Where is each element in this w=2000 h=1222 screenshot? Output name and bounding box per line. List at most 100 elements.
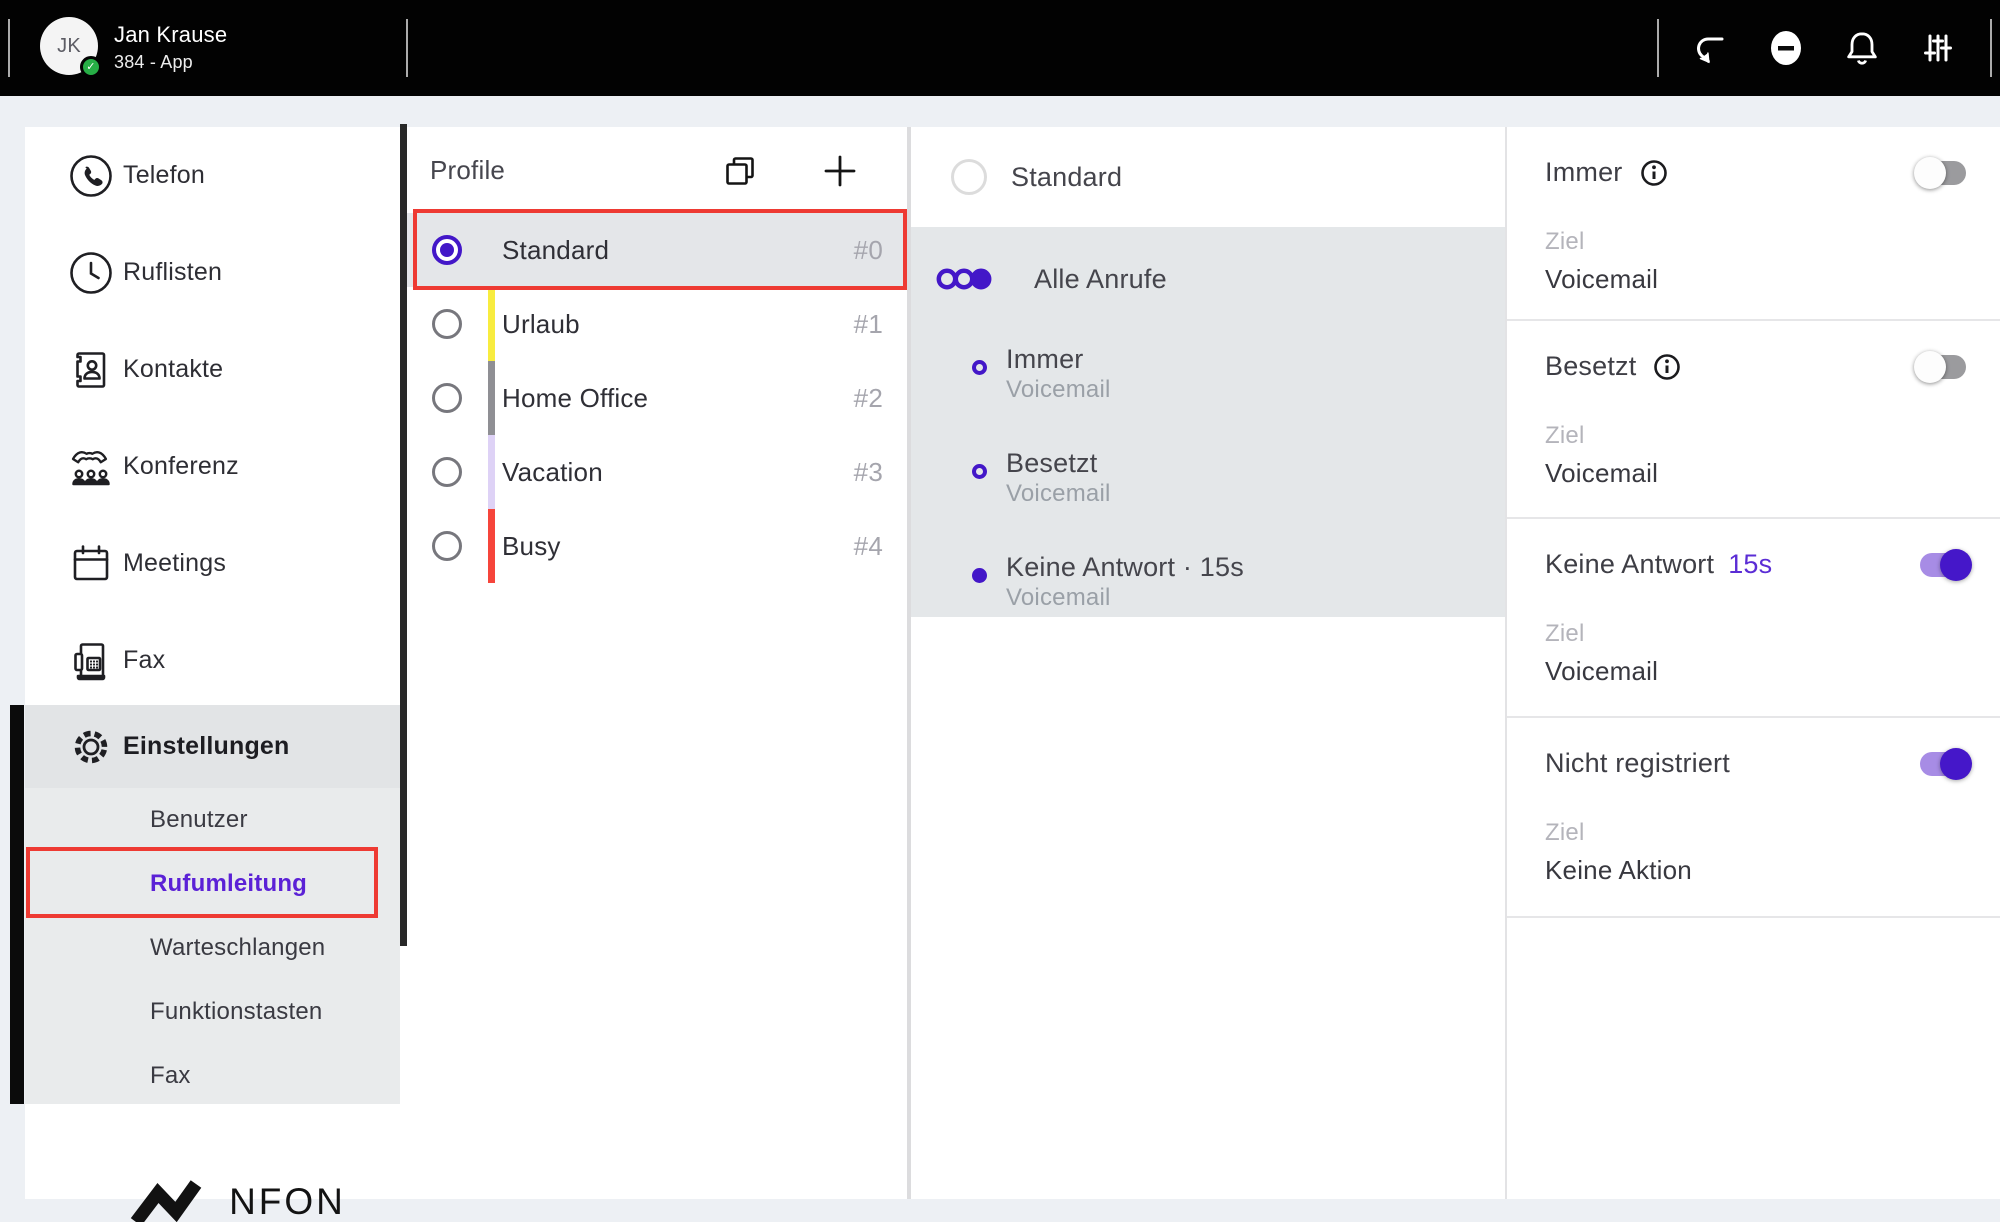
target-value[interactable]: Keine Aktion: [1545, 855, 1974, 886]
topbar-divider: [1990, 19, 1992, 77]
user-extension: 384 - App: [114, 52, 193, 73]
topbar-divider: [406, 19, 408, 77]
sidebar-item-kontakte[interactable]: Kontakte: [25, 321, 400, 418]
profile-number: #0: [854, 235, 883, 266]
sidebar-settings-section: Einstellungen Benutzer Rufumleitung Wart…: [25, 705, 400, 1104]
fax-machine-icon: [67, 637, 115, 685]
profile-radio[interactable]: [432, 457, 462, 487]
profile-row-urlaub[interactable]: Urlaub #1: [400, 287, 907, 361]
detail-header: Standard: [911, 127, 1505, 227]
target-value[interactable]: Voicemail: [1545, 458, 1974, 489]
profile-number: #3: [854, 457, 883, 488]
online-status-badge: ✓: [80, 56, 102, 78]
sidebar-scrollbar[interactable]: [400, 124, 407, 946]
target-label: Ziel: [1545, 819, 1974, 847]
profile-name: Urlaub: [502, 309, 580, 340]
profile-number: #4: [854, 531, 883, 562]
profile-color-bar: [488, 509, 495, 583]
profile-name: Vacation: [502, 457, 603, 488]
all-calls-label: Alle Anrufe: [1034, 264, 1167, 295]
profile-number: #2: [854, 383, 883, 414]
sidebar-item-label: Kontakte: [123, 355, 223, 384]
target-label: Ziel: [1545, 422, 1974, 450]
sidebar-item-ruflisten[interactable]: Ruflisten: [25, 224, 400, 321]
target-value[interactable]: Voicemail: [1545, 656, 1974, 687]
profile-name: Home Office: [502, 383, 648, 414]
sidebar-subitem-funktionstasten[interactable]: Funktionstasten: [25, 980, 400, 1044]
top-bar: JK ✓ Jan Krause 384 - App: [0, 0, 2000, 96]
do-not-disturb-icon[interactable]: [1764, 26, 1808, 70]
toggle-immer[interactable]: [1920, 161, 1966, 185]
clock-icon: [67, 249, 115, 297]
forwarding-section-besetzt: Besetzt Ziel Voicemail: [1507, 321, 2000, 519]
contact-card-icon: [67, 346, 115, 394]
sidebar-item-label: Fax: [123, 646, 165, 675]
forwarding-section-nicht-registriert: Nicht registriert Ziel Keine Aktion: [1507, 718, 2000, 918]
sidebar-subitem-label: Funktionstasten: [150, 998, 322, 1026]
profile-number: #1: [854, 309, 883, 340]
settings-sliders-icon[interactable]: [1916, 26, 1960, 70]
profiles-panel: Profile Standard #0: [400, 127, 909, 1199]
profiles-title: Profile: [430, 155, 505, 186]
user-name: Jan Krause: [114, 22, 227, 48]
topbar-divider: [1657, 19, 1659, 77]
forwarding-section-keine-antwort: Keine Antwort 15s Ziel Voicemail: [1507, 519, 2000, 718]
forwarding-panel: Immer Ziel Voicemail Beset: [1505, 127, 2000, 1199]
sidebar-item-konferenz[interactable]: Konferenz: [25, 418, 400, 515]
user-avatar[interactable]: JK ✓: [40, 17, 98, 75]
profile-color-bar: [488, 287, 495, 361]
info-icon[interactable]: [1639, 158, 1669, 188]
profile-radio[interactable]: [432, 383, 462, 413]
add-profile-icon[interactable]: [818, 149, 862, 193]
detail-radio[interactable]: [951, 159, 987, 195]
forwarding-section-immer: Immer Ziel Voicemail: [1507, 127, 2000, 321]
profile-radio[interactable]: [432, 531, 462, 561]
gear-icon: [67, 723, 115, 771]
sidebar-subitem-benutzer[interactable]: Benutzer: [25, 788, 400, 852]
profile-radio[interactable]: [432, 309, 462, 339]
profile-radio[interactable]: [432, 235, 462, 265]
app-body: Telefon Ruflisten: [0, 96, 2000, 1222]
sidebar-subitem-label: Warteschlangen: [150, 934, 325, 962]
topbar-divider: [8, 19, 10, 77]
sidebar-item-meetings[interactable]: Meetings: [25, 515, 400, 612]
rule-target: Voicemail: [1006, 583, 1505, 613]
profile-row-vacation[interactable]: Vacation #3: [400, 435, 907, 509]
sidebar-item-telefon[interactable]: Telefon: [25, 127, 400, 224]
sidebar-item-label: Konferenz: [123, 452, 239, 481]
profile-row-home-office[interactable]: Home Office #2: [400, 361, 907, 435]
rule-title: Besetzt: [1006, 447, 1505, 479]
toggle-besetzt[interactable]: [1920, 355, 1966, 379]
rule-dot-icon: [972, 360, 987, 375]
sidebar-subitem-label: Fax: [150, 1062, 191, 1090]
rule-row-besetzt: Besetzt Voicemail: [911, 447, 1505, 509]
profile-row-standard[interactable]: Standard #0: [400, 213, 907, 287]
nfon-logo: NFON: [50, 1157, 425, 1222]
profile-detail-panel: Standard Alle Anrufe Immer: [909, 127, 1505, 1199]
call-redirect-icon[interactable]: [1689, 26, 1733, 70]
profile-name: Busy: [502, 531, 561, 562]
app-window: JK ✓ Jan Krause 384 - App: [0, 0, 2000, 1222]
sidebar-item-fax[interactable]: Fax: [25, 612, 400, 709]
sidebar-subitem-warteschlangen[interactable]: Warteschlangen: [25, 916, 400, 980]
sidebar-item-einstellungen[interactable]: Einstellungen: [25, 705, 400, 788]
detail-title: Standard: [1011, 162, 1122, 193]
avatar-initials: JK: [57, 35, 81, 58]
sidebar-subitem-fax[interactable]: Fax: [25, 1044, 400, 1108]
rule-dot-icon: [972, 568, 987, 583]
all-calls-row: Alle Anrufe: [911, 257, 1505, 301]
notifications-bell-icon[interactable]: [1840, 26, 1884, 70]
conference-icon: [67, 443, 115, 491]
target-value[interactable]: Voicemail: [1545, 264, 1974, 295]
nfon-logo-mark: [129, 1176, 215, 1222]
info-icon[interactable]: [1652, 352, 1682, 382]
toggle-keine-antwort[interactable]: [1920, 553, 1966, 577]
rule-title: Immer: [1006, 343, 1505, 375]
sidebar-item-label: Telefon: [123, 161, 205, 190]
timeout-link[interactable]: 15s: [1728, 549, 1772, 580]
toggle-nicht-registriert[interactable]: [1920, 752, 1966, 776]
profiles-header: Profile: [400, 127, 907, 213]
duplicate-profile-icon[interactable]: [718, 149, 762, 193]
profile-row-busy[interactable]: Busy #4: [400, 509, 907, 583]
sidebar-subitem-rufumleitung[interactable]: Rufumleitung: [25, 852, 400, 916]
